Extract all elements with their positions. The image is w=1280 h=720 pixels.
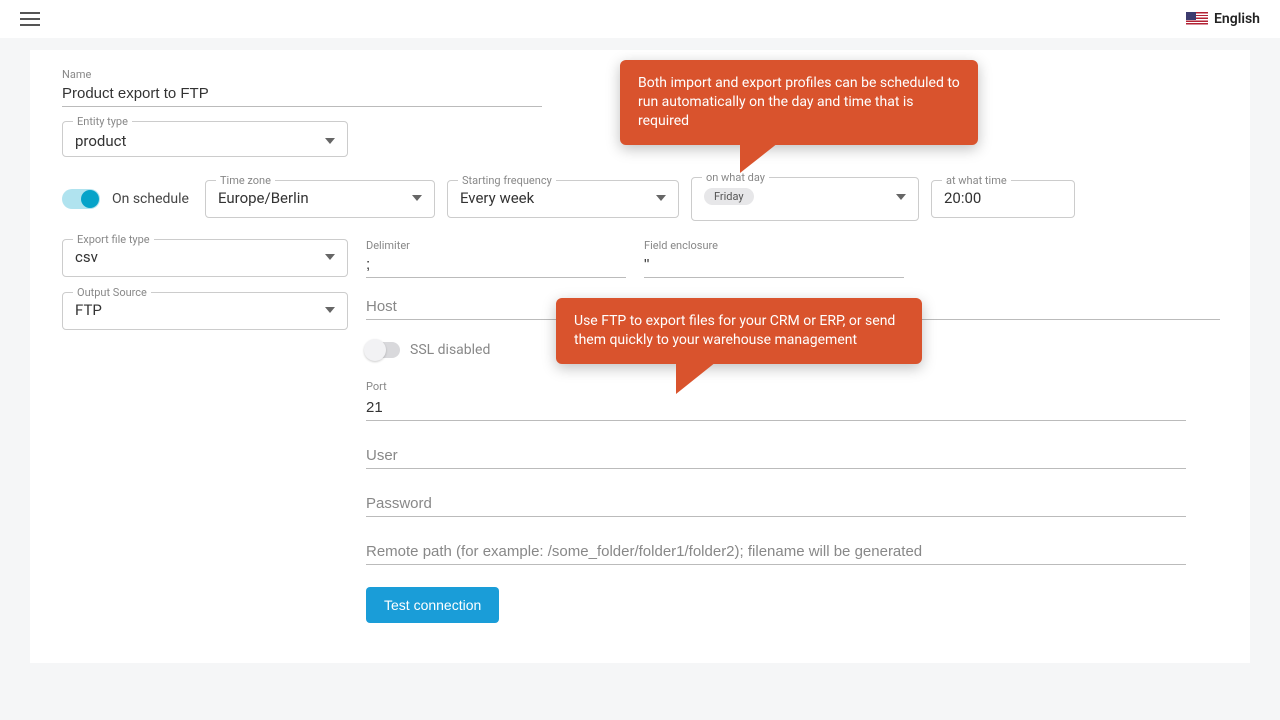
chevron-down-icon: [325, 307, 335, 313]
callout-schedule: Both import and export profiles can be s…: [620, 60, 978, 145]
schedule-toggle[interactable]: [62, 189, 100, 209]
chevron-down-icon: [412, 195, 422, 201]
test-connection-button[interactable]: Test connection: [366, 587, 499, 623]
top-bar: English: [0, 0, 1280, 38]
filetype-select[interactable]: Export file type csv: [62, 239, 348, 277]
day-chip: Friday: [704, 188, 754, 205]
user-input[interactable]: [366, 443, 1186, 469]
frequency-value: Every week: [460, 189, 534, 207]
time-value: 20:00: [944, 189, 981, 207]
filetype-value: csv: [75, 248, 98, 266]
chevron-down-icon: [656, 195, 666, 201]
name-field: Name: [62, 68, 542, 107]
password-input[interactable]: [366, 491, 1186, 517]
day-label: on what day: [702, 171, 769, 184]
port-field: Port: [366, 380, 1186, 421]
output-source-value: FTP: [75, 301, 102, 319]
schedule-row: On schedule Time zone Europe/Berlin Star…: [62, 177, 1220, 221]
chevron-down-icon: [896, 194, 906, 200]
field-enclosure-label: Field enclosure: [644, 239, 904, 252]
entity-type-value: product: [75, 132, 126, 150]
ssl-toggle[interactable]: [366, 342, 400, 358]
field-enclosure-input[interactable]: [644, 252, 904, 278]
entity-type-label: Entity type: [73, 115, 132, 128]
delimiter-input[interactable]: [366, 252, 626, 278]
filetype-label: Export file type: [73, 233, 154, 246]
frequency-select[interactable]: Starting frequency Every week: [447, 180, 679, 218]
time-label: at what time: [942, 174, 1011, 187]
name-label: Name: [62, 68, 542, 81]
day-select[interactable]: on what day Friday: [691, 177, 919, 221]
output-source-label: Output Source: [73, 286, 151, 299]
time-input[interactable]: at what time 20:00: [931, 180, 1075, 218]
output-source-select[interactable]: Output Source FTP: [62, 292, 348, 330]
timezone-label: Time zone: [216, 174, 275, 187]
delimiter-label: Delimiter: [366, 239, 626, 252]
port-label: Port: [366, 380, 1186, 393]
menu-icon[interactable]: [20, 12, 40, 26]
schedule-label: On schedule: [112, 191, 189, 207]
frequency-label: Starting frequency: [458, 174, 556, 187]
delimiter-field: Delimiter: [366, 239, 626, 278]
callout-ftp: Use FTP to export files for your CRM or …: [556, 298, 922, 364]
ssl-label: SSL disabled: [410, 342, 490, 358]
timezone-select[interactable]: Time zone Europe/Berlin: [205, 180, 435, 218]
timezone-value: Europe/Berlin: [218, 189, 309, 207]
language-selector[interactable]: English: [1186, 11, 1260, 27]
export-row: Export file type csv Delimiter Field enc…: [62, 239, 1220, 278]
field-enclosure-field: Field enclosure: [644, 239, 904, 278]
chevron-down-icon: [325, 138, 335, 144]
language-label: English: [1214, 11, 1260, 27]
chevron-down-icon: [325, 254, 335, 260]
entity-type-select[interactable]: Entity type product: [62, 121, 348, 157]
us-flag-icon: [1186, 12, 1208, 26]
remote-path-input[interactable]: [366, 539, 1186, 565]
name-input[interactable]: [62, 81, 542, 107]
port-input[interactable]: [366, 395, 1186, 421]
